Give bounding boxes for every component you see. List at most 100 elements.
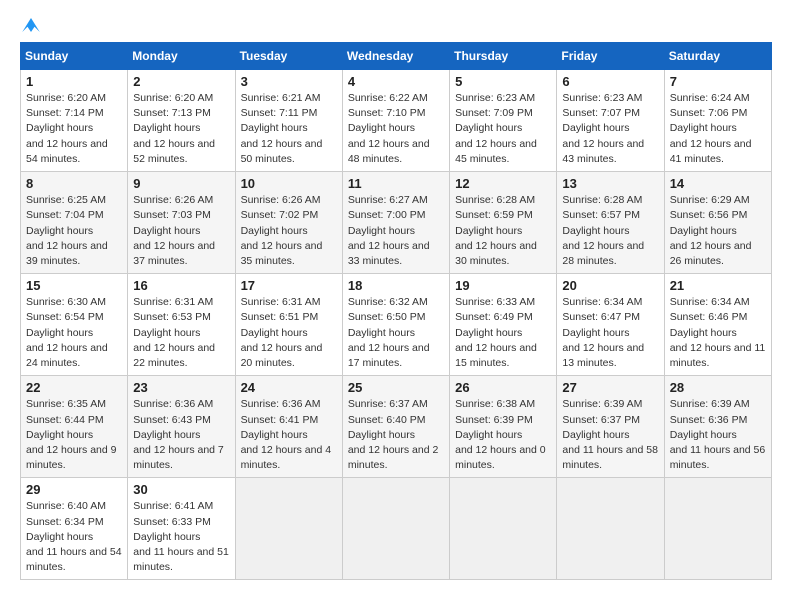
calendar-header-row: SundayMondayTuesdayWednesdayThursdayFrid… xyxy=(21,43,772,70)
day-number: 8 xyxy=(26,176,122,191)
page-header xyxy=(20,20,772,32)
calendar-week-row: 22 Sunrise: 6:35 AM Sunset: 6:44 PM Dayl… xyxy=(21,376,772,478)
day-number: 16 xyxy=(133,278,229,293)
day-info: Sunrise: 6:20 AM Sunset: 7:14 PM Dayligh… xyxy=(26,91,122,167)
calendar-day-cell xyxy=(235,478,342,580)
day-number: 29 xyxy=(26,482,122,497)
day-info: Sunrise: 6:38 AM Sunset: 6:39 PM Dayligh… xyxy=(455,397,551,473)
day-info: Sunrise: 6:37 AM Sunset: 6:40 PM Dayligh… xyxy=(348,397,444,473)
calendar-header-thursday: Thursday xyxy=(450,43,557,70)
day-number: 1 xyxy=(26,74,122,89)
calendar-day-cell: 25 Sunrise: 6:37 AM Sunset: 6:40 PM Dayl… xyxy=(342,376,449,478)
calendar-day-cell xyxy=(450,478,557,580)
calendar-day-cell: 2 Sunrise: 6:20 AM Sunset: 7:13 PM Dayli… xyxy=(128,70,235,172)
calendar-day-cell: 16 Sunrise: 6:31 AM Sunset: 6:53 PM Dayl… xyxy=(128,274,235,376)
calendar-day-cell: 19 Sunrise: 6:33 AM Sunset: 6:49 PM Dayl… xyxy=(450,274,557,376)
day-number: 15 xyxy=(26,278,122,293)
day-number: 2 xyxy=(133,74,229,89)
calendar-header-monday: Monday xyxy=(128,43,235,70)
day-number: 14 xyxy=(670,176,766,191)
day-number: 20 xyxy=(562,278,658,293)
day-number: 26 xyxy=(455,380,551,395)
calendar-day-cell: 14 Sunrise: 6:29 AM Sunset: 6:56 PM Dayl… xyxy=(664,172,771,274)
calendar-day-cell: 5 Sunrise: 6:23 AM Sunset: 7:09 PM Dayli… xyxy=(450,70,557,172)
day-info: Sunrise: 6:26 AM Sunset: 7:02 PM Dayligh… xyxy=(241,193,337,269)
day-number: 5 xyxy=(455,74,551,89)
day-number: 21 xyxy=(670,278,766,293)
calendar-header-friday: Friday xyxy=(557,43,664,70)
day-info: Sunrise: 6:39 AM Sunset: 6:37 PM Dayligh… xyxy=(562,397,658,473)
calendar-day-cell: 9 Sunrise: 6:26 AM Sunset: 7:03 PM Dayli… xyxy=(128,172,235,274)
calendar-week-row: 15 Sunrise: 6:30 AM Sunset: 6:54 PM Dayl… xyxy=(21,274,772,376)
calendar-day-cell: 8 Sunrise: 6:25 AM Sunset: 7:04 PM Dayli… xyxy=(21,172,128,274)
day-number: 6 xyxy=(562,74,658,89)
calendar-day-cell: 7 Sunrise: 6:24 AM Sunset: 7:06 PM Dayli… xyxy=(664,70,771,172)
calendar-day-cell: 3 Sunrise: 6:21 AM Sunset: 7:11 PM Dayli… xyxy=(235,70,342,172)
day-info: Sunrise: 6:40 AM Sunset: 6:34 PM Dayligh… xyxy=(26,499,122,575)
calendar-header-sunday: Sunday xyxy=(21,43,128,70)
calendar-day-cell: 1 Sunrise: 6:20 AM Sunset: 7:14 PM Dayli… xyxy=(21,70,128,172)
calendar-day-cell: 29 Sunrise: 6:40 AM Sunset: 6:34 PM Dayl… xyxy=(21,478,128,580)
day-number: 22 xyxy=(26,380,122,395)
day-info: Sunrise: 6:36 AM Sunset: 6:43 PM Dayligh… xyxy=(133,397,229,473)
calendar-header-wednesday: Wednesday xyxy=(342,43,449,70)
day-info: Sunrise: 6:24 AM Sunset: 7:06 PM Dayligh… xyxy=(670,91,766,167)
calendar-day-cell: 24 Sunrise: 6:36 AM Sunset: 6:41 PM Dayl… xyxy=(235,376,342,478)
day-info: Sunrise: 6:23 AM Sunset: 7:09 PM Dayligh… xyxy=(455,91,551,167)
day-number: 24 xyxy=(241,380,337,395)
day-number: 11 xyxy=(348,176,444,191)
day-number: 7 xyxy=(670,74,766,89)
logo-icon xyxy=(22,18,40,32)
day-number: 28 xyxy=(670,380,766,395)
day-info: Sunrise: 6:27 AM Sunset: 7:00 PM Dayligh… xyxy=(348,193,444,269)
calendar-day-cell: 13 Sunrise: 6:28 AM Sunset: 6:57 PM Dayl… xyxy=(557,172,664,274)
day-number: 18 xyxy=(348,278,444,293)
day-number: 10 xyxy=(241,176,337,191)
calendar-header-saturday: Saturday xyxy=(664,43,771,70)
day-info: Sunrise: 6:26 AM Sunset: 7:03 PM Dayligh… xyxy=(133,193,229,269)
day-info: Sunrise: 6:25 AM Sunset: 7:04 PM Dayligh… xyxy=(26,193,122,269)
day-info: Sunrise: 6:28 AM Sunset: 6:57 PM Dayligh… xyxy=(562,193,658,269)
calendar-day-cell: 10 Sunrise: 6:26 AM Sunset: 7:02 PM Dayl… xyxy=(235,172,342,274)
calendar-header-tuesday: Tuesday xyxy=(235,43,342,70)
day-number: 27 xyxy=(562,380,658,395)
logo xyxy=(20,20,40,32)
calendar-day-cell: 15 Sunrise: 6:30 AM Sunset: 6:54 PM Dayl… xyxy=(21,274,128,376)
day-number: 23 xyxy=(133,380,229,395)
calendar-day-cell xyxy=(557,478,664,580)
day-info: Sunrise: 6:31 AM Sunset: 6:51 PM Dayligh… xyxy=(241,295,337,371)
calendar-day-cell: 11 Sunrise: 6:27 AM Sunset: 7:00 PM Dayl… xyxy=(342,172,449,274)
calendar-day-cell: 4 Sunrise: 6:22 AM Sunset: 7:10 PM Dayli… xyxy=(342,70,449,172)
day-info: Sunrise: 6:23 AM Sunset: 7:07 PM Dayligh… xyxy=(562,91,658,167)
calendar-day-cell: 28 Sunrise: 6:39 AM Sunset: 6:36 PM Dayl… xyxy=(664,376,771,478)
day-number: 25 xyxy=(348,380,444,395)
calendar-day-cell: 26 Sunrise: 6:38 AM Sunset: 6:39 PM Dayl… xyxy=(450,376,557,478)
calendar-day-cell: 22 Sunrise: 6:35 AM Sunset: 6:44 PM Dayl… xyxy=(21,376,128,478)
day-number: 3 xyxy=(241,74,337,89)
day-number: 17 xyxy=(241,278,337,293)
calendar-day-cell: 17 Sunrise: 6:31 AM Sunset: 6:51 PM Dayl… xyxy=(235,274,342,376)
day-number: 30 xyxy=(133,482,229,497)
calendar-day-cell: 30 Sunrise: 6:41 AM Sunset: 6:33 PM Dayl… xyxy=(128,478,235,580)
day-info: Sunrise: 6:33 AM Sunset: 6:49 PM Dayligh… xyxy=(455,295,551,371)
calendar-day-cell: 6 Sunrise: 6:23 AM Sunset: 7:07 PM Dayli… xyxy=(557,70,664,172)
day-info: Sunrise: 6:29 AM Sunset: 6:56 PM Dayligh… xyxy=(670,193,766,269)
day-info: Sunrise: 6:31 AM Sunset: 6:53 PM Dayligh… xyxy=(133,295,229,371)
calendar-day-cell: 20 Sunrise: 6:34 AM Sunset: 6:47 PM Dayl… xyxy=(557,274,664,376)
calendar-day-cell: 12 Sunrise: 6:28 AM Sunset: 6:59 PM Dayl… xyxy=(450,172,557,274)
calendar-week-row: 1 Sunrise: 6:20 AM Sunset: 7:14 PM Dayli… xyxy=(21,70,772,172)
day-info: Sunrise: 6:28 AM Sunset: 6:59 PM Dayligh… xyxy=(455,193,551,269)
day-number: 12 xyxy=(455,176,551,191)
calendar-day-cell: 23 Sunrise: 6:36 AM Sunset: 6:43 PM Dayl… xyxy=(128,376,235,478)
day-info: Sunrise: 6:32 AM Sunset: 6:50 PM Dayligh… xyxy=(348,295,444,371)
calendar-day-cell: 27 Sunrise: 6:39 AM Sunset: 6:37 PM Dayl… xyxy=(557,376,664,478)
day-info: Sunrise: 6:36 AM Sunset: 6:41 PM Dayligh… xyxy=(241,397,337,473)
day-info: Sunrise: 6:34 AM Sunset: 6:46 PM Dayligh… xyxy=(670,295,766,371)
day-number: 4 xyxy=(348,74,444,89)
day-info: Sunrise: 6:20 AM Sunset: 7:13 PM Dayligh… xyxy=(133,91,229,167)
day-number: 9 xyxy=(133,176,229,191)
calendar-day-cell xyxy=(664,478,771,580)
calendar-day-cell xyxy=(342,478,449,580)
day-number: 13 xyxy=(562,176,658,191)
day-info: Sunrise: 6:41 AM Sunset: 6:33 PM Dayligh… xyxy=(133,499,229,575)
